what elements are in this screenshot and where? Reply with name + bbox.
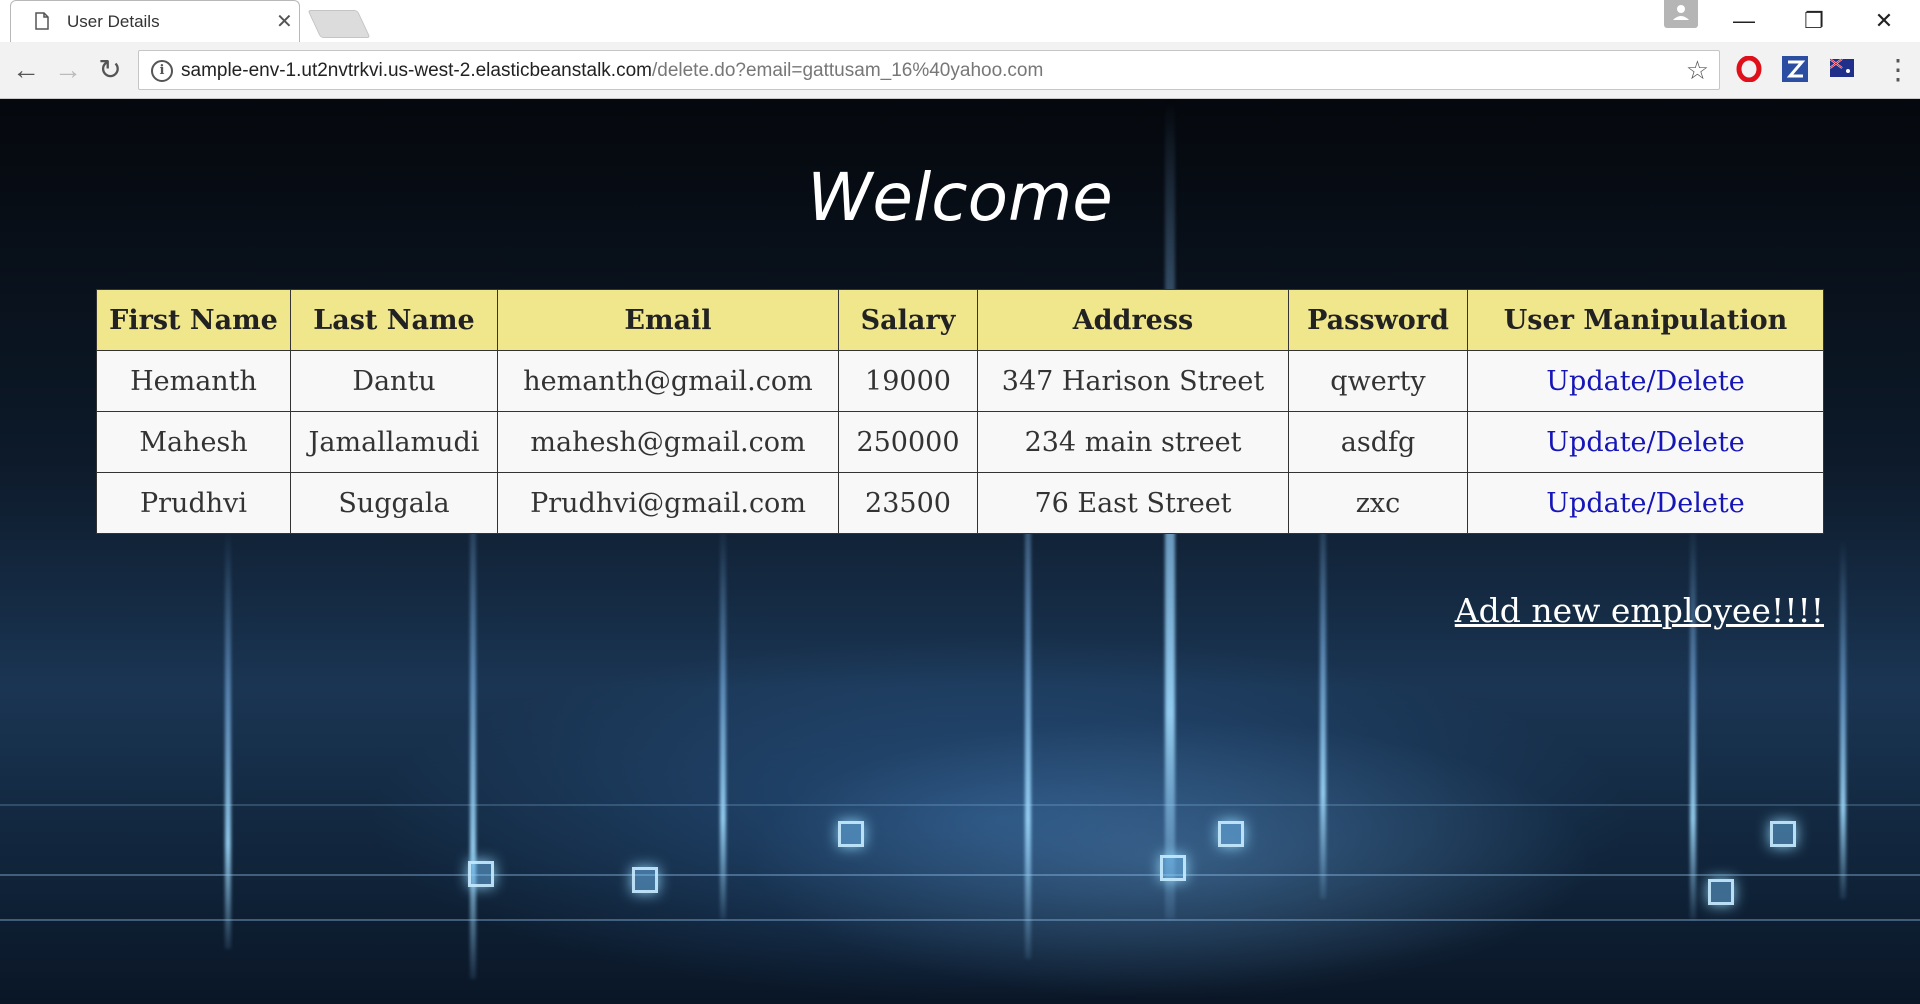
cell-actions: Update/Delete <box>1467 350 1824 412</box>
browser-chrome: User Details ✕ — ❐ ✕ ← → ↻ i sample-env-… <box>0 0 1920 99</box>
cell-last-name: Suggala <box>290 472 498 534</box>
close-icon[interactable]: ✕ <box>276 9 293 34</box>
info-icon[interactable]: i <box>151 60 173 82</box>
tab-user-details[interactable]: User Details ✕ <box>10 0 300 42</box>
cell-first-name: Prudhvi <box>96 472 291 534</box>
opera-icon[interactable] <box>1736 56 1762 82</box>
column-header: Salary <box>838 289 978 351</box>
new-tab-button[interactable] <box>307 10 371 38</box>
cell-email: mahesh@gmail.com <box>497 411 839 473</box>
column-header: Address <box>977 289 1289 351</box>
address-bar[interactable]: i sample-env-1.ut2nvtrkvi.us-west-2.elas… <box>138 50 1720 90</box>
cell-salary: 23500 <box>838 472 978 534</box>
zotero-icon[interactable] <box>1782 56 1808 82</box>
toolbar: ← → ↻ i sample-env-1.ut2nvtrkvi.us-west-… <box>0 42 1920 98</box>
table-row: Mahesh Jamallamudi mahesh@gmail.com 2500… <box>96 411 1824 473</box>
column-header: Last Name <box>290 289 498 351</box>
column-header: Password <box>1288 289 1468 351</box>
column-header: First Name <box>96 289 291 351</box>
cell-first-name: Mahesh <box>96 411 291 473</box>
add-new-employee-link[interactable]: Add new employee!!!! <box>1455 591 1824 630</box>
profile-icon[interactable] <box>1664 0 1698 28</box>
update-delete-link[interactable]: Update/Delete <box>1546 427 1744 458</box>
window-close-icon[interactable]: ✕ <box>1864 6 1904 36</box>
cell-salary: 19000 <box>838 350 978 412</box>
url-text[interactable]: sample-env-1.ut2nvtrkvi.us-west-2.elasti… <box>181 60 1043 82</box>
tab-strip: User Details ✕ — ❐ ✕ <box>0 0 1920 42</box>
page-title: Welcome <box>807 159 1113 236</box>
cell-first-name: Hemanth <box>96 350 291 412</box>
restore-icon[interactable]: ❐ <box>1794 6 1834 36</box>
cell-address: 76 East Street <box>977 472 1289 534</box>
cell-address: 347 Harison Street <box>977 350 1289 412</box>
cell-email: hemanth@gmail.com <box>497 350 839 412</box>
cell-actions: Update/Delete <box>1467 472 1824 534</box>
star-icon[interactable]: ☆ <box>1686 55 1709 86</box>
cell-salary: 250000 <box>838 411 978 473</box>
menu-icon[interactable]: ⋮ <box>1884 52 1912 88</box>
cell-password: asdfg <box>1288 411 1468 473</box>
users-table: First Name Last Name Email Salary Addres… <box>96 289 1824 534</box>
update-delete-link[interactable]: Update/Delete <box>1546 488 1744 519</box>
flag-extension-icon[interactable] <box>1830 56 1856 82</box>
minimize-icon[interactable]: — <box>1724 6 1764 36</box>
update-delete-link[interactable]: Update/Delete <box>1546 366 1744 397</box>
cell-actions: Update/Delete <box>1467 411 1824 473</box>
table-row: Prudhvi Suggala Prudhvi@gmail.com 23500 … <box>96 472 1824 534</box>
page-viewport: Welcome First Name Last Name Email Salar… <box>0 99 1920 1004</box>
cell-password: qwerty <box>1288 350 1468 412</box>
tab-title: User Details <box>67 12 160 31</box>
forward-icon[interactable]: → <box>50 52 86 88</box>
cell-last-name: Dantu <box>290 350 498 412</box>
reload-icon[interactable]: ↻ <box>92 52 128 88</box>
table-header-row: First Name Last Name Email Salary Addres… <box>96 289 1824 351</box>
back-icon[interactable]: ← <box>8 52 44 88</box>
document-icon <box>35 12 49 30</box>
column-header: User Manipulation <box>1467 289 1824 351</box>
cell-password: zxc <box>1288 472 1468 534</box>
cell-last-name: Jamallamudi <box>290 411 498 473</box>
cell-email: Prudhvi@gmail.com <box>497 472 839 534</box>
table-row: Hemanth Dantu hemanth@gmail.com 19000 34… <box>96 350 1824 412</box>
column-header: Email <box>497 289 839 351</box>
cell-address: 234 main street <box>977 411 1289 473</box>
